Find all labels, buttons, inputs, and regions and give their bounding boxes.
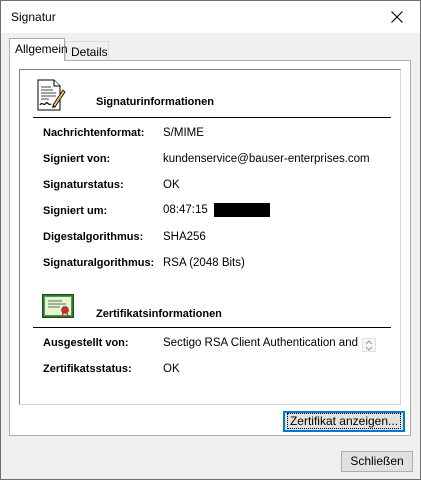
signature-dialog: Signatur Allgemein Details Signaturinfor… xyxy=(0,0,421,480)
close-window-button[interactable] xyxy=(374,1,420,33)
title-bar: Signatur xyxy=(1,1,420,33)
digest-algorithm-value: SHA256 xyxy=(163,231,206,243)
signature-info-frame: Signaturinformationen Nachrichtenformat:… xyxy=(19,69,401,405)
message-format-value: S/MIME xyxy=(163,127,204,139)
tab-panel-allgemein: Signaturinformationen Nachrichtenformat:… xyxy=(9,60,411,436)
view-certificate-button[interactable]: Zertifikat anzeigen... xyxy=(283,411,405,432)
signed-by-label: Signiert von: xyxy=(43,153,111,165)
certificate-icon xyxy=(42,294,74,318)
issued-by-value: Sectigo RSA Client Authentication and xyxy=(163,337,358,349)
issued-by-scroll-button[interactable] xyxy=(362,338,376,352)
message-format-label: Nachrichtenformat: xyxy=(43,127,145,139)
certificate-section-heading: Zertifikatsinformationen xyxy=(96,308,222,320)
signature-status-label: Signaturstatus: xyxy=(43,179,124,191)
scroll-arrows-icon xyxy=(365,340,373,351)
signed-by-value: kundenservice@bauser-enterprises.com xyxy=(163,153,370,165)
signature-algorithm-value: RSA (2048 Bits) xyxy=(163,257,245,269)
tab-details[interactable]: Details xyxy=(65,41,109,61)
redaction-box xyxy=(213,203,270,217)
certificate-section-divider xyxy=(33,327,391,328)
certificate-status-value: OK xyxy=(163,363,180,375)
signature-section-heading: Signaturinformationen xyxy=(96,96,214,108)
issued-by-label: Ausgestellt von: xyxy=(43,337,129,349)
signature-algorithm-label: Signaturalgorithmus: xyxy=(43,257,155,269)
view-certificate-label: Zertifikat anzeigen... xyxy=(286,413,402,429)
signed-document-icon xyxy=(37,79,66,111)
signed-at-row: 08:47:15 xyxy=(163,203,270,217)
digest-algorithm-label: Digestalgorithmus: xyxy=(43,231,144,243)
close-button[interactable]: Schließen xyxy=(341,451,413,472)
signature-status-value: OK xyxy=(163,179,180,191)
signature-section-divider xyxy=(33,117,391,118)
signed-at-label: Signiert um: xyxy=(43,205,108,217)
signed-at-value: 08:47:15 xyxy=(163,204,208,217)
window-title: Signatur xyxy=(11,10,56,24)
certificate-status-label: Zertifikatsstatus: xyxy=(43,363,132,375)
close-icon xyxy=(391,11,403,23)
close-button-label: Schließen xyxy=(350,454,404,468)
tab-allgemein[interactable]: Allgemein xyxy=(9,38,68,61)
